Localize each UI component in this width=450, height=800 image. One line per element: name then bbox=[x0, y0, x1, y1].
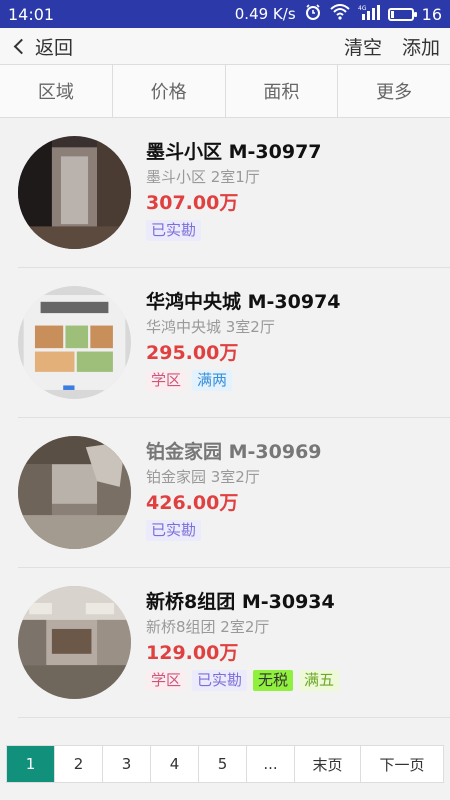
page-button-2[interactable]: 2 bbox=[55, 746, 103, 782]
listing-item[interactable]: 新桥8组团 M-30934 新桥8组团 2室2厅 129.00万 学区 已实勘 … bbox=[18, 568, 450, 718]
tag-school-district: 学区 bbox=[146, 670, 187, 691]
alarm-icon bbox=[304, 3, 322, 25]
listing-tags: 已实勘 bbox=[146, 220, 322, 241]
status-speed: 0.49 K/s bbox=[234, 5, 296, 23]
nav-bar: 返回 清空 添加 bbox=[0, 28, 450, 64]
status-time: 14:01 bbox=[8, 4, 55, 24]
listing-photo bbox=[18, 286, 131, 399]
listing-price: 129.00万 bbox=[146, 642, 239, 664]
tag-school-district: 学区 bbox=[146, 370, 187, 391]
pagination: 1 2 3 4 5 ... 末页 下一页 bbox=[6, 745, 444, 783]
listing-item[interactable]: 铂金家园 M-30969 铂金家园 3室2厅 426.00万 已实勘 bbox=[18, 418, 450, 568]
filter-bar: 区域 价格 面积 更多 bbox=[0, 64, 450, 118]
status-bar: 14:01 0.49 K/s 4G 16 bbox=[0, 0, 450, 28]
listing-price: 295.00万 bbox=[146, 342, 239, 364]
page-button-3[interactable]: 3 bbox=[103, 746, 151, 782]
listing-info: 墨斗小区 M-30977 墨斗小区 2室1厅 307.00万 已实勘 bbox=[146, 138, 322, 241]
filter-area[interactable]: 区域 bbox=[0, 65, 113, 117]
listing-info: 新桥8组团 M-30934 新桥8组团 2室2厅 129.00万 学区 已实勘 … bbox=[146, 588, 340, 691]
listing-subtitle: 铂金家园 3室2厅 bbox=[146, 468, 260, 486]
tag-surveyed: 已实勘 bbox=[146, 220, 202, 241]
filter-size[interactable]: 面积 bbox=[226, 65, 339, 117]
tag-tax-free: 无税 bbox=[253, 670, 294, 691]
wifi-icon bbox=[329, 4, 350, 24]
listing-info: 华鸿中央城 M-30974 华鸿中央城 3室2厅 295.00万 学区 满两 bbox=[146, 288, 341, 391]
page-button-5[interactable]: 5 bbox=[199, 746, 247, 782]
listing-photo bbox=[18, 436, 131, 549]
filter-price[interactable]: 价格 bbox=[113, 65, 226, 117]
add-button[interactable]: 添加 bbox=[402, 33, 440, 60]
back-label: 返回 bbox=[35, 36, 74, 59]
listing-info: 铂金家园 M-30969 铂金家园 3室2厅 426.00万 已实勘 bbox=[146, 438, 322, 541]
battery-fill bbox=[390, 10, 394, 18]
listing-tags: 学区 满两 bbox=[146, 370, 341, 391]
page-ellipsis[interactable]: ... bbox=[247, 746, 295, 782]
listing-title: 新桥8组团 M-30934 bbox=[146, 591, 335, 613]
listing-title: 墨斗小区 M-30977 bbox=[146, 141, 322, 163]
listing-price: 307.00万 bbox=[146, 192, 239, 214]
page-button-4[interactable]: 4 bbox=[151, 746, 199, 782]
last-page-button[interactable]: 末页 bbox=[295, 746, 361, 782]
tag-surveyed: 已实勘 bbox=[146, 520, 202, 541]
page-button-1[interactable]: 1 bbox=[7, 746, 55, 782]
tag-surveyed: 已实勘 bbox=[192, 670, 248, 691]
filter-more[interactable]: 更多 bbox=[338, 65, 450, 117]
listing-subtitle: 墨斗小区 2室1厅 bbox=[146, 168, 260, 186]
clear-button[interactable]: 清空 bbox=[344, 33, 382, 60]
listing-title: 铂金家园 M-30969 bbox=[146, 441, 322, 463]
listing-tags: 学区 已实勘 无税 满五 bbox=[146, 670, 340, 691]
chevron-left-icon bbox=[13, 38, 30, 54]
battery-percent: 16 bbox=[421, 4, 442, 24]
listing-item[interactable]: 华鸿中央城 M-30974 华鸿中央城 3室2厅 295.00万 学区 满两 bbox=[18, 268, 450, 418]
back-button[interactable]: 返回 bbox=[10, 33, 73, 60]
listing-tags: 已实勘 bbox=[146, 520, 322, 541]
listing-photo bbox=[18, 136, 131, 249]
battery-icon bbox=[387, 7, 417, 21]
listing-list: 墨斗小区 M-30977 墨斗小区 2室1厅 307.00万 已实勘 华鸿中央城… bbox=[0, 118, 450, 718]
listing-photo bbox=[18, 586, 131, 699]
next-page-button[interactable]: 下一页 bbox=[361, 746, 443, 782]
listing-subtitle: 新桥8组团 2室2厅 bbox=[146, 618, 270, 636]
tag-five-years: 满五 bbox=[299, 670, 340, 691]
network-type: 4G bbox=[358, 5, 367, 12]
signal-icon: 4G bbox=[358, 4, 380, 24]
listing-subtitle: 华鸿中央城 3室2厅 bbox=[146, 318, 275, 336]
listing-price: 426.00万 bbox=[146, 492, 239, 514]
listing-title: 华鸿中央城 M-30974 bbox=[146, 291, 341, 313]
listing-item[interactable]: 墨斗小区 M-30977 墨斗小区 2室1厅 307.00万 已实勘 bbox=[18, 118, 450, 268]
status-right: 0.49 K/s 4G 16 bbox=[235, 3, 442, 25]
nav-actions: 清空 添加 bbox=[344, 33, 440, 60]
tag-two-years: 满两 bbox=[192, 370, 233, 391]
